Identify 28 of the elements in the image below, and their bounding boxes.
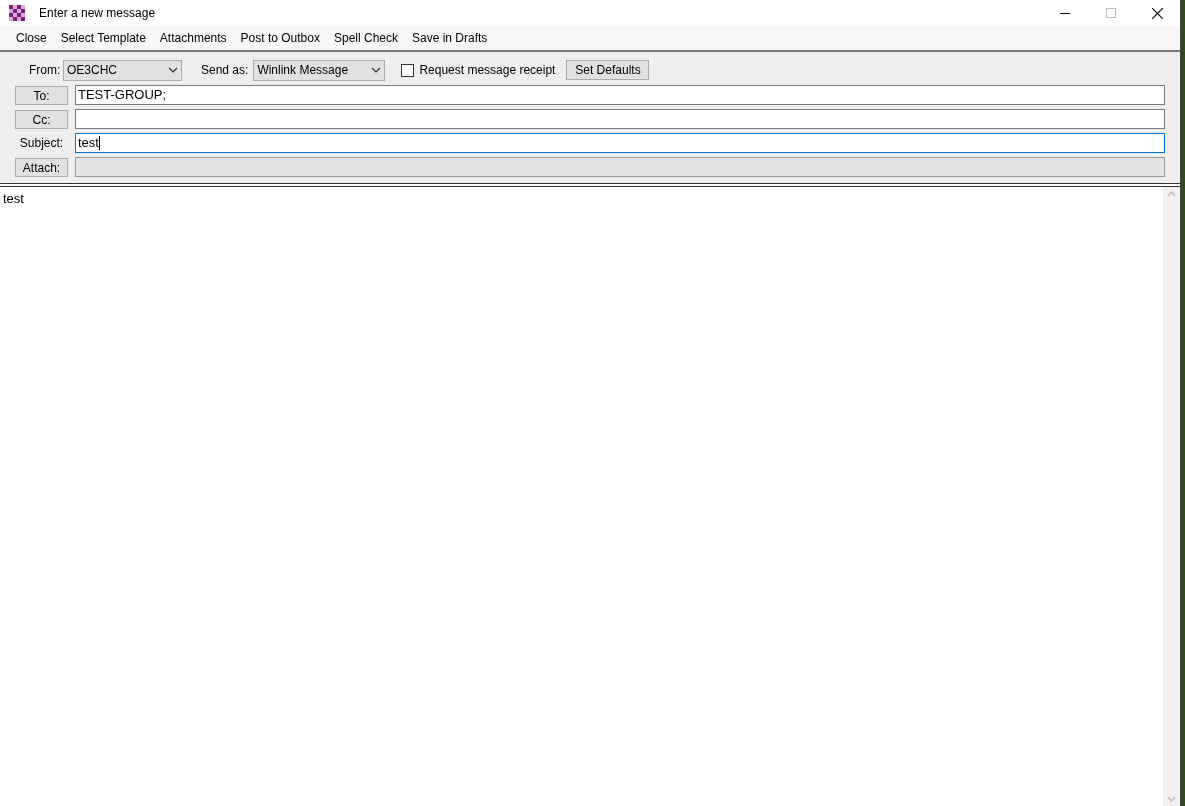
receipt-checkbox[interactable] — [401, 63, 415, 77]
app-icon — [9, 5, 25, 21]
menu-item[interactable]: Attachments — [152, 27, 234, 49]
from-dropdown[interactable]: OE3CHC — [63, 59, 182, 81]
close-icon — [1151, 7, 1163, 19]
dropdown-caret-icon — [371, 67, 382, 73]
set-defaults-button[interactable]: Set Defaults — [566, 60, 650, 80]
maximize-icon — [1106, 8, 1116, 18]
scroll-down-icon[interactable] — [1167, 796, 1176, 802]
from-label: From: — [29, 62, 62, 79]
receipt-label: Request message receipt — [419, 62, 556, 79]
minimize-icon — [1060, 12, 1070, 14]
window-title: Enter a new message — [39, 5, 156, 22]
field-button[interactable]: Cc: — [15, 109, 68, 129]
field-button[interactable]: To: — [15, 85, 68, 105]
field-label: Subject: — [18, 135, 65, 152]
menu-item[interactable]: Spell Check — [326, 27, 405, 49]
menu-item[interactable]: Save in Drafts — [405, 27, 495, 49]
scroll-up-icon[interactable] — [1167, 191, 1176, 197]
dropdown-caret-icon — [168, 67, 178, 73]
send-as-dropdown[interactable]: Winlink Message — [253, 59, 386, 81]
menu-item[interactable]: Select Template — [53, 27, 153, 49]
input-field[interactable]: TEST-GROUP; — [75, 85, 1165, 105]
message-body[interactable]: test — [0, 187, 1163, 806]
menu-item[interactable]: Close — [9, 27, 54, 49]
menu-item[interactable]: Post to Outbox — [233, 27, 327, 49]
input-field[interactable]: test — [75, 133, 1165, 153]
send-as-label: Send as: — [201, 62, 249, 79]
